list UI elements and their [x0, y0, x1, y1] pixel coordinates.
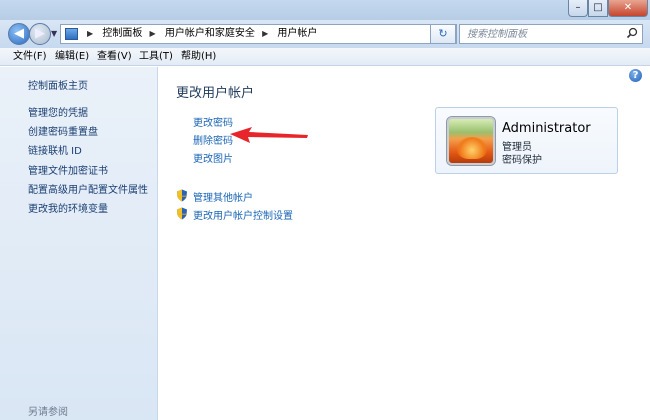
- change-picture-link[interactable]: 更改图片: [193, 150, 233, 165]
- close-button[interactable]: ✕: [608, 0, 648, 17]
- annotation-arrow: [230, 127, 308, 143]
- account-avatar[interactable]: [447, 117, 495, 165]
- search-box[interactable]: [459, 24, 643, 44]
- left-pane-links: 管理您的凭据 创建密码重置盘 链接联机 ID 管理文件加密证书 配置高级用户配置…: [28, 104, 148, 219]
- breadcrumb-control-panel[interactable]: 控制面板: [102, 28, 142, 39]
- change-uac-settings-link[interactable]: 更改用户帐户控制设置: [193, 207, 293, 222]
- manage-other-accounts-link[interactable]: 管理其他帐户: [193, 189, 253, 204]
- minimize-button[interactable]: –: [568, 0, 588, 17]
- create-password-reset-disk-link[interactable]: 创建密码重置盘: [28, 123, 148, 142]
- uac-shield-icon: [177, 189, 187, 202]
- back-button[interactable]: ◀: [8, 23, 30, 45]
- see-also-heading: 另请参阅: [28, 407, 68, 418]
- page-title: 更改用户帐户: [176, 86, 255, 101]
- help-icon[interactable]: ?: [629, 69, 642, 82]
- menu-bar: 文件(F) 编辑(E) 查看(V) 工具(T) 帮助(H): [0, 48, 650, 66]
- change-password-link[interactable]: 更改密码: [193, 114, 233, 129]
- remove-password-link[interactable]: 删除密码: [193, 132, 233, 147]
- refresh-button[interactable]: ↻: [430, 24, 456, 44]
- control-panel-home-link[interactable]: 控制面板主页: [28, 77, 88, 92]
- recent-pages-dropdown[interactable]: ▼: [51, 29, 57, 38]
- menu-view[interactable]: 查看(V): [97, 48, 132, 66]
- breadcrumb: ▶ 控制面板 ▶ 用户帐户和家庭安全 ▶ 用户帐户: [83, 25, 317, 43]
- search-input[interactable]: [460, 25, 620, 43]
- menu-tools[interactable]: 工具(T): [139, 48, 173, 66]
- configure-advanced-profile-properties-link[interactable]: 配置高级用户配置文件属性: [28, 181, 148, 200]
- address-bar[interactable]: ▶ 控制面板 ▶ 用户帐户和家庭安全 ▶ 用户帐户: [60, 24, 457, 44]
- account-card: Administrator 管理员 密码保护: [435, 107, 618, 174]
- breadcrumb-separator[interactable]: ▶: [87, 29, 93, 38]
- refresh-icon: ↻: [438, 27, 448, 40]
- maximize-button[interactable]: □: [588, 0, 608, 17]
- account-password-status: 密码保护: [502, 155, 542, 166]
- forward-button[interactable]: ▶: [29, 23, 51, 45]
- breadcrumb-separator[interactable]: ▶: [150, 29, 156, 38]
- uac-shield-icon: [177, 207, 187, 220]
- manage-file-encryption-certificates-link[interactable]: 管理文件加密证书: [28, 162, 148, 181]
- breadcrumb-separator[interactable]: ▶: [262, 29, 268, 38]
- breadcrumb-user-accounts-family-safety[interactable]: 用户帐户和家庭安全: [165, 28, 255, 39]
- link-online-id-link[interactable]: 链接联机 ID: [28, 142, 148, 161]
- manage-credentials-link[interactable]: 管理您的凭据: [28, 104, 148, 123]
- account-name: Administrator: [502, 121, 591, 136]
- menu-edit[interactable]: 编辑(E): [55, 48, 89, 66]
- flower-picture: [457, 137, 487, 159]
- menu-file[interactable]: 文件(F): [13, 48, 47, 66]
- title-bar: – □ ✕: [0, 0, 650, 20]
- change-environment-variables-link[interactable]: 更改我的环境变量: [28, 200, 148, 219]
- menu-help[interactable]: 帮助(H): [181, 48, 216, 66]
- left-task-pane: 控制面板主页 管理您的凭据 创建密码重置盘 链接联机 ID 管理文件加密证书 配…: [0, 67, 158, 420]
- breadcrumb-user-accounts[interactable]: 用户帐户: [277, 28, 317, 39]
- search-icon[interactable]: [626, 27, 638, 39]
- control-panel-icon: [65, 28, 78, 40]
